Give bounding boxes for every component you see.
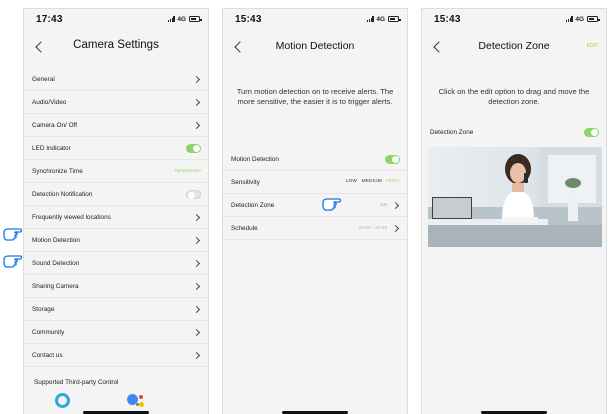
chevron-right-icon <box>194 122 200 128</box>
google-assistant-icon[interactable] <box>127 394 147 408</box>
page-title: Detection Zone <box>478 40 550 52</box>
row-label: Camera On/ Off <box>32 121 77 129</box>
settings-row-storage[interactable]: Storage <box>24 298 208 321</box>
phone-screen-camera-settings: 17:43 4G Camera Settings General Audio/V… <box>23 8 209 414</box>
status-time: 15:43 <box>434 13 461 25</box>
chevron-right-icon <box>194 237 200 243</box>
row-label: Sharing Camera <box>32 282 79 290</box>
hand-pointer-icon <box>322 198 342 211</box>
network-type: 4G <box>177 15 186 23</box>
motion-description: Turn motion detection on to receive aler… <box>236 87 394 106</box>
row-label: Motion Detection <box>231 155 279 163</box>
nav-bar: Detection Zone EDIT <box>422 35 606 59</box>
chevron-right-icon <box>393 202 399 208</box>
sensitivity-selector: LOW MEDIUM HIGH <box>343 179 399 184</box>
chevron-right-icon <box>194 76 200 82</box>
status-time: 15:43 <box>235 13 262 25</box>
sensitivity-row: Sensitivity LOW MEDIUM HIGH <box>223 171 407 194</box>
row-label: Motion Detection <box>32 236 80 244</box>
status-bar: 15:43 4G <box>223 9 407 29</box>
third-party-title: Supported Third-party Control <box>34 379 119 386</box>
chevron-right-icon <box>194 352 200 358</box>
motion-detection-row: Motion Detection <box>223 148 407 171</box>
hand-pointer-icon <box>3 255 23 268</box>
sensitivity-low[interactable]: LOW <box>346 179 357 184</box>
status-bar: 15:43 4G <box>422 9 606 29</box>
hand-pointer-icon <box>3 228 23 241</box>
nav-bar: Motion Detection <box>223 35 407 59</box>
battery-icon <box>388 16 401 22</box>
row-label: Storage <box>32 305 55 313</box>
sensitivity-medium[interactable]: MEDIUM <box>362 179 382 184</box>
edit-button[interactable]: EDIT <box>587 43 598 49</box>
settings-row-community[interactable]: Community <box>24 321 208 344</box>
settings-row-sound-detection[interactable]: Sound Detection <box>24 252 208 275</box>
motion-detection-toggle[interactable] <box>385 155 400 164</box>
settings-row-motion-detection[interactable]: Motion Detection <box>24 229 208 252</box>
chevron-right-icon <box>194 306 200 312</box>
chevron-right-icon <box>194 214 200 220</box>
signal-bars-icon <box>565 16 574 22</box>
battery-icon <box>189 16 202 22</box>
detection-zone-value: ON <box>379 203 387 208</box>
detection-zone-toggle-row: Detection Zone <box>422 121 606 144</box>
signal-indicator: 4G <box>167 15 202 23</box>
row-label: Community <box>32 328 65 336</box>
settings-row-general[interactable]: General <box>24 68 208 91</box>
battery-icon <box>587 16 600 22</box>
settings-row-detection-notification: Detection Notification <box>24 183 208 206</box>
row-label: Detection Zone <box>231 201 275 209</box>
settings-row-audio-video[interactable]: Audio/Video <box>24 91 208 114</box>
detection-zone-toggle[interactable] <box>584 128 599 137</box>
alexa-icon[interactable] <box>55 393 70 408</box>
page-title: Camera Settings <box>73 39 159 51</box>
settings-row-sharing-camera[interactable]: Sharing Camera <box>24 275 208 298</box>
settings-row-contact-us[interactable]: Contact us <box>24 344 208 367</box>
sensitivity-high[interactable]: HIGH <box>386 179 399 184</box>
signal-indicator: 4G <box>366 15 401 23</box>
chevron-right-icon <box>393 225 399 231</box>
settings-row-camera-on-off[interactable]: Camera On/ Off <box>24 114 208 137</box>
row-label: Sound Detection <box>32 259 80 267</box>
signal-indicator: 4G <box>565 15 600 23</box>
network-type: 4G <box>376 15 385 23</box>
row-label: Sensitivity <box>231 178 260 186</box>
signal-bars-icon <box>167 16 176 22</box>
row-label: LED Indicator <box>32 144 71 152</box>
row-label: Detection Zone <box>430 129 474 136</box>
row-label: Contact us <box>32 351 63 359</box>
row-label: Synchronize Time <box>32 167 83 175</box>
phone-screen-detection-zone: 15:43 4G Detection Zone EDIT Click on th… <box>421 8 607 414</box>
chevron-right-icon <box>194 283 200 289</box>
network-type: 4G <box>575 15 584 23</box>
status-time: 17:43 <box>36 13 63 25</box>
chevron-right-icon <box>194 329 200 335</box>
nav-bar: Camera Settings <box>24 35 208 59</box>
zone-description: Click on the edit option to drag and mov… <box>438 87 590 106</box>
schedule-value: 00:00 - 23:59 <box>358 226 387 231</box>
settings-row-led-indicator: LED Indicator <box>24 137 208 160</box>
row-label: Detection Notification <box>32 190 93 198</box>
schedule-row[interactable]: Schedule 00:00 - 23:59 <box>223 217 407 240</box>
row-label: Frequently viewed locations <box>32 213 111 221</box>
row-label: General <box>32 75 55 83</box>
detection-notification-toggle[interactable] <box>186 190 201 199</box>
chevron-right-icon <box>194 99 200 105</box>
row-label: Schedule <box>231 224 258 232</box>
camera-scene-illustration <box>428 147 602 247</box>
row-label: Audio/Video <box>32 98 67 106</box>
phone-screen-motion-detection: 15:43 4G Motion Detection Turn motion de… <box>222 8 408 414</box>
signal-bars-icon <box>366 16 375 22</box>
camera-preview-image[interactable] <box>428 147 602 247</box>
led-indicator-toggle[interactable] <box>186 144 201 153</box>
detection-zone-row[interactable]: Detection Zone ON <box>223 194 407 217</box>
chevron-right-icon <box>194 260 200 266</box>
status-bar: 17:43 4G <box>24 9 208 29</box>
page-title: Motion Detection <box>275 40 355 52</box>
settings-row-frequently-viewed[interactable]: Frequently viewed locations <box>24 206 208 229</box>
synchronize-button[interactable]: Synchronize <box>175 169 201 174</box>
screenshot-collage: 17:43 4G Camera Settings General Audio/V… <box>0 0 608 414</box>
settings-row-synchronize-time: Synchronize Time Synchronize <box>24 160 208 183</box>
